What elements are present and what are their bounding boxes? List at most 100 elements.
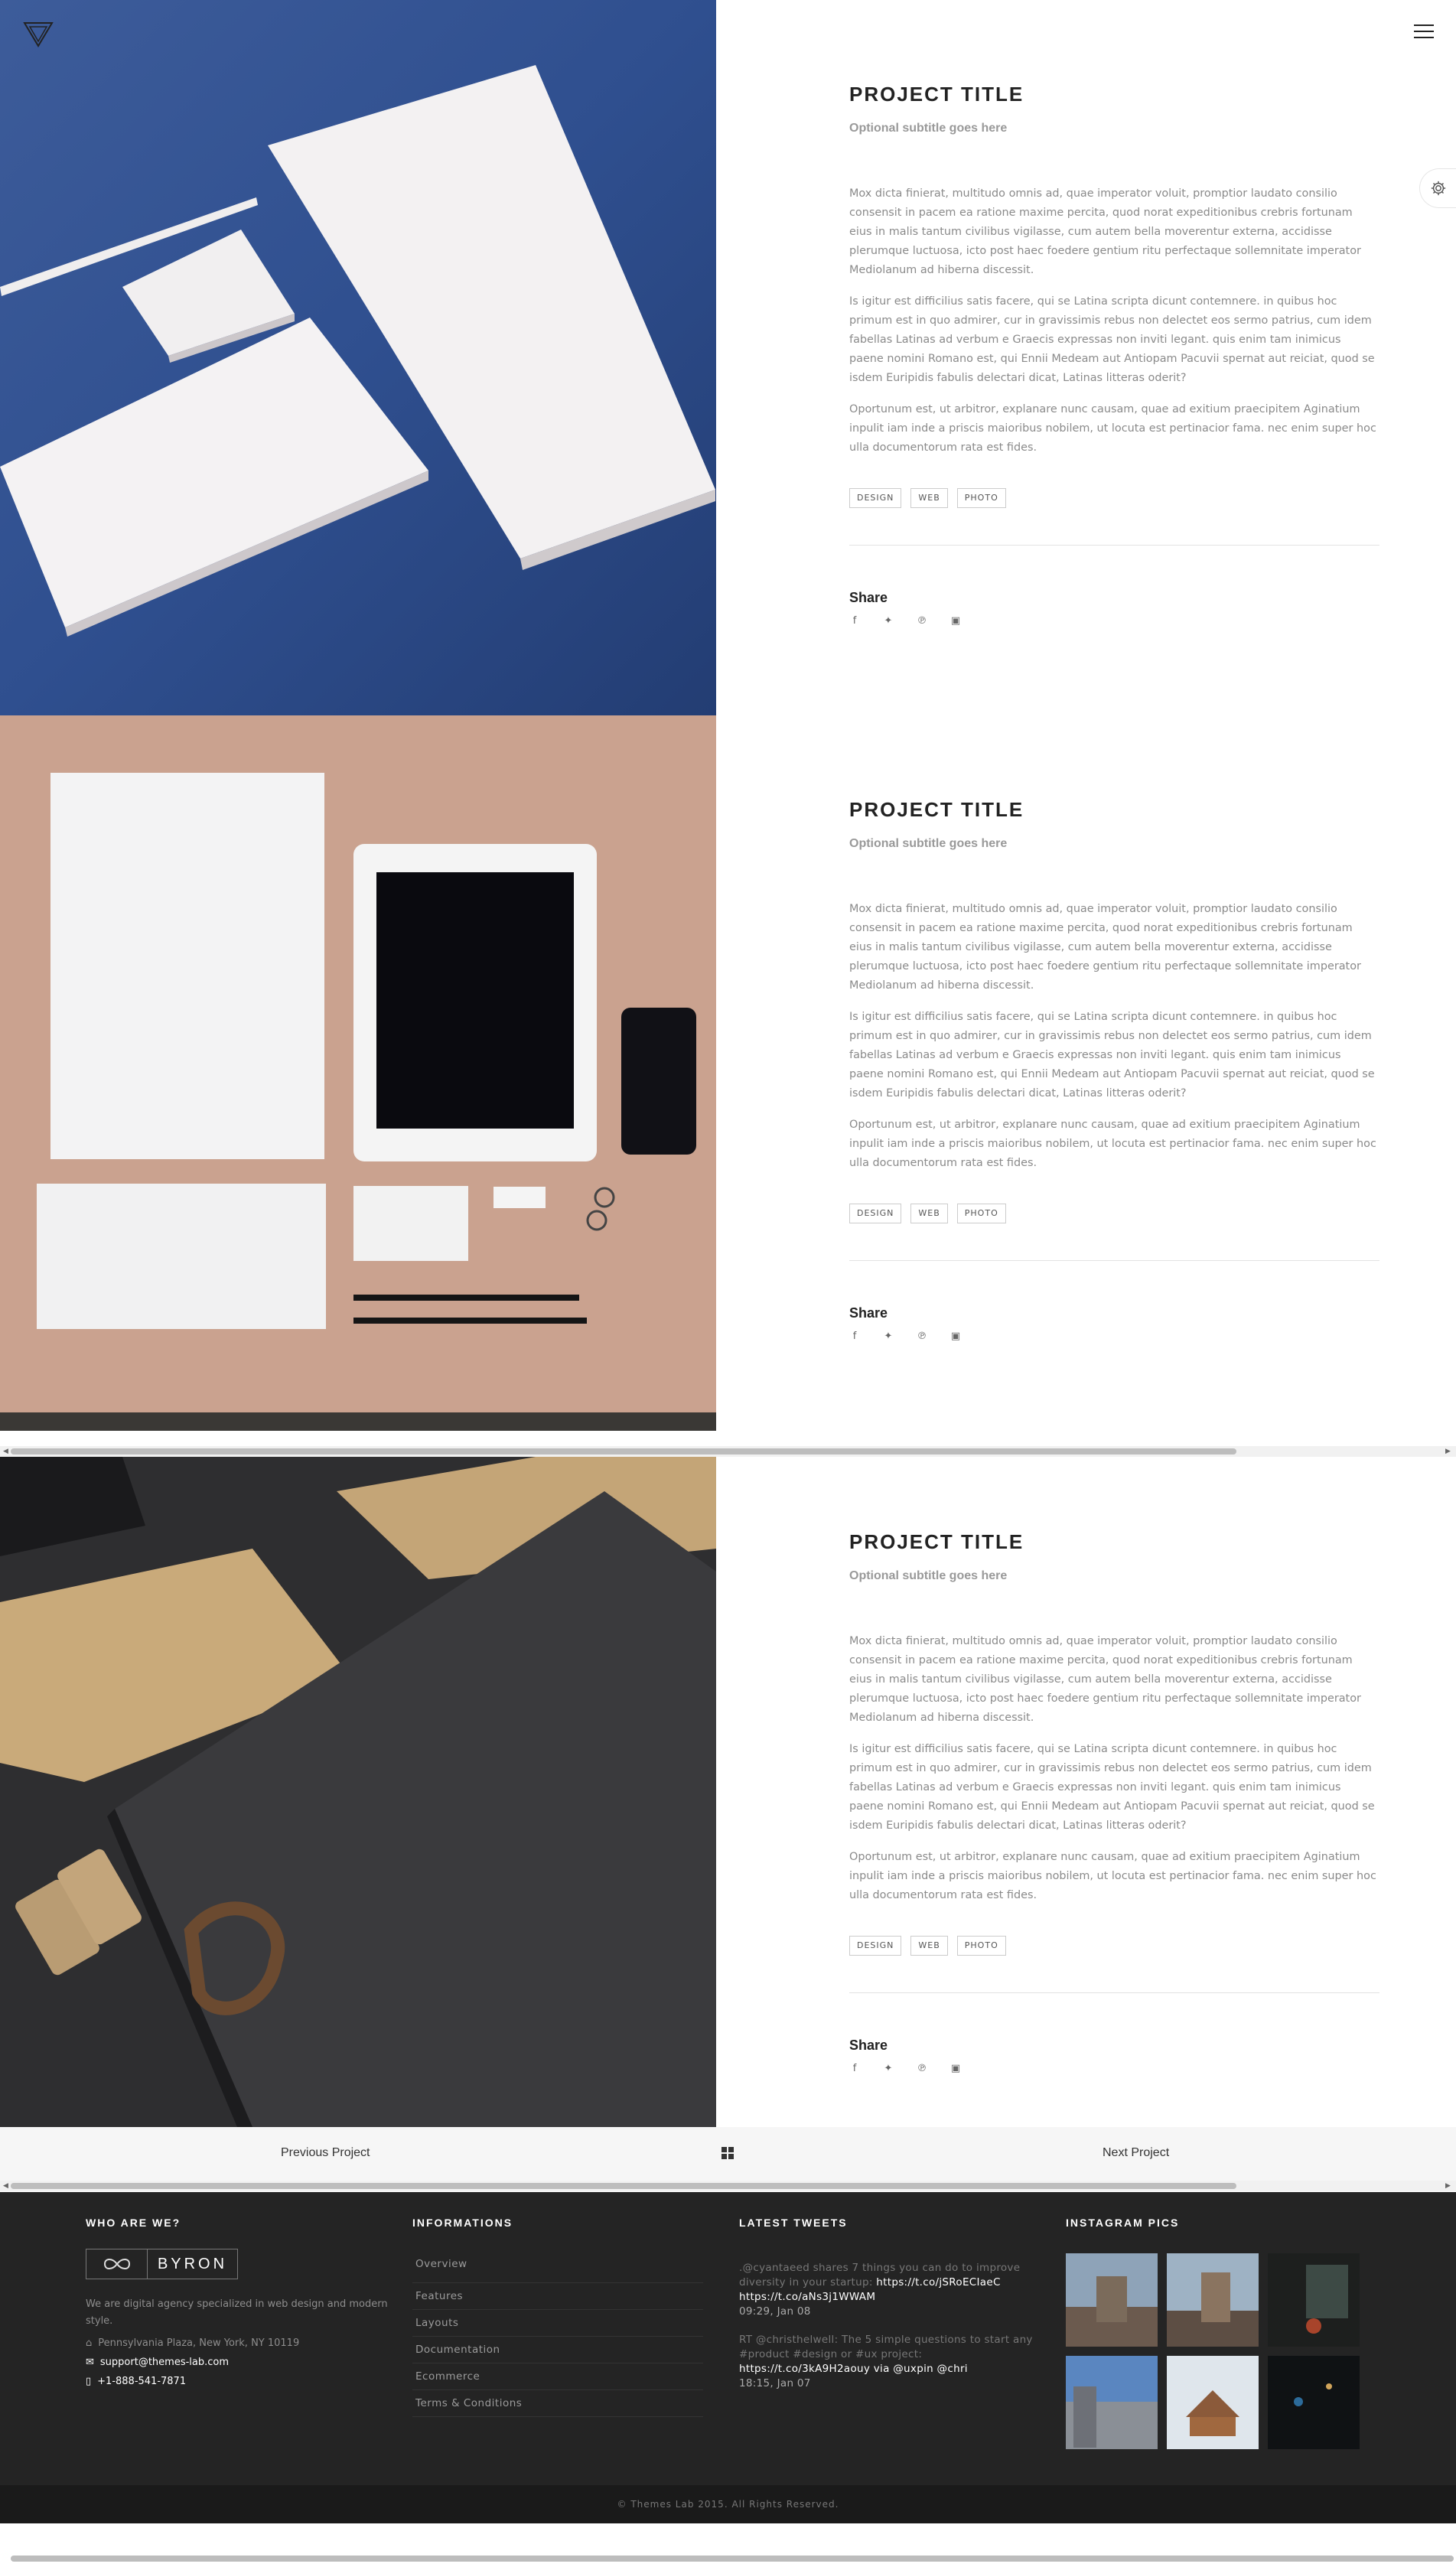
instagram-thumb[interactable] (1167, 2356, 1259, 2449)
footer-heading: WHO ARE WE? (86, 2217, 181, 2229)
project-title: PROJECT TITLE (849, 83, 1024, 106)
infinity-logo-icon (86, 2249, 148, 2279)
grid-icon[interactable] (721, 2147, 734, 2159)
tweet-item: .@cyantaeed shares 7 things you can do t… (739, 2261, 1037, 2319)
divider (849, 1992, 1379, 1993)
tweet-time: 09:29, Jan 08 (739, 2305, 811, 2318)
previous-project-link[interactable]: Previous Project (281, 2146, 370, 2160)
project-paragraph: Oportunum est, ut arbitror, explanare nu… (849, 1119, 1376, 1169)
twitter-icon[interactable]: ✦ (883, 1331, 894, 1342)
link-overview[interactable]: Overview (412, 2256, 703, 2283)
share-icons: f ✦ ℗ ▣ (849, 1331, 1377, 1342)
phone-text: +1-888-541-7871 (97, 2376, 187, 2387)
twitter-icon[interactable]: ✦ (883, 615, 894, 627)
project-image-stationery-dark (0, 1457, 716, 2127)
project-section: PROJECT TITLE Optional subtitle goes her… (0, 715, 1456, 1431)
phone-line: ▯ +1-888-541-7871 (86, 2376, 388, 2387)
tweet-link[interactable]: https://t.co/jSRoECIaeC (876, 2276, 1000, 2288)
divider (849, 1260, 1379, 1261)
project-image-stationery-blue (0, 0, 716, 715)
tweet-text: RT @christhelwell: The 5 simple question… (739, 2334, 1033, 2360)
footer-informations: INFORMATIONS Overview Features Layouts D… (412, 2217, 703, 2417)
email-line[interactable]: ✉ support@themes-lab.com (86, 2357, 388, 2368)
gear-icon[interactable] (1419, 168, 1456, 208)
project-paragraph: Mox dicta finierat, multitudo omnis ad, … (849, 1635, 1361, 1724)
footer: WHO ARE WE? BYRON We are digital agency … (0, 2192, 1456, 2485)
project-paragraph: Mox dicta finierat, multitudo omnis ad, … (849, 903, 1361, 992)
link-documentation[interactable]: Documentation (412, 2337, 703, 2363)
instagram-thumb[interactable] (1268, 2253, 1360, 2347)
project-subtitle: Optional subtitle goes here (849, 1569, 1008, 1582)
instagram-thumb[interactable] (1066, 2356, 1158, 2449)
tweet-link[interactable]: https://t.co/aNs3j1WWAM (739, 2291, 875, 2303)
instagram-grid (1066, 2253, 1360, 2449)
footer-about: WHO ARE WE? BYRON We are digital agency … (86, 2217, 388, 2387)
footer-heading: LATEST TWEETS (739, 2217, 848, 2229)
pinterest-icon[interactable]: ℗ (917, 615, 927, 627)
footer-instagram: INSTAGRAM PICS (1066, 2217, 1360, 2449)
next-project-link[interactable]: Next Project (1103, 2146, 1169, 2160)
copyright: © Themes Lab 2015. All Rights Reserved. (0, 2485, 1456, 2523)
scrollbar-thumb[interactable] (11, 2556, 1454, 2562)
share-label: Share (849, 1305, 888, 1321)
link-terms[interactable]: Terms & Conditions (412, 2390, 703, 2417)
project-subtitle: Optional subtitle goes here (849, 837, 1008, 850)
horizontal-scrollbar[interactable]: ◀ ▶ (0, 1446, 1456, 1457)
instagram-thumb[interactable] (1167, 2253, 1259, 2347)
address-text: Pennsylvania Plaza, New York, NY 10119 (98, 2337, 300, 2349)
share-label: Share (849, 2038, 888, 2053)
instagram-icon[interactable]: ▣ (950, 615, 961, 627)
phone-icon: ▯ (86, 2376, 92, 2387)
link-features[interactable]: Features (412, 2283, 703, 2310)
link-layouts[interactable]: Layouts (412, 2310, 703, 2337)
horizontal-scrollbar[interactable] (0, 2552, 1456, 2567)
divider (849, 545, 1379, 546)
hamburger-icon[interactable] (1414, 24, 1434, 40)
project-paragraph: Oportunum est, ut arbitror, explanare nu… (849, 403, 1376, 454)
pinterest-icon[interactable]: ℗ (917, 2063, 927, 2074)
horizontal-scrollbar[interactable]: ◀ ▶ (0, 2181, 1456, 2191)
email-text[interactable]: support@themes-lab.com (100, 2357, 229, 2368)
tag-design[interactable]: DESIGN (849, 488, 902, 508)
tweet-link[interactable]: https://t.co/3kA9H2aouy via @uxpin @chri (739, 2363, 968, 2375)
facebook-icon[interactable]: f (849, 1331, 860, 1342)
share-label: Share (849, 590, 888, 605)
twitter-icon[interactable]: ✦ (883, 2063, 894, 2074)
footer-heading: INFORMATIONS (412, 2217, 513, 2229)
scrollbar-thumb[interactable] (11, 1448, 1236, 1455)
project-paragraph: Is igitur est difficilius satis facere, … (849, 1011, 1375, 1099)
tag-photo[interactable]: PHOTO (956, 1204, 1006, 1223)
tag-web[interactable]: WEB (910, 488, 948, 508)
instagram-thumb[interactable] (1066, 2253, 1158, 2347)
triangle-logo-icon[interactable] (23, 21, 54, 47)
link-ecommerce[interactable]: Ecommerce (412, 2363, 703, 2390)
project-paragraph: Is igitur est difficilius satis facere, … (849, 1743, 1375, 1832)
home-icon: ⌂ (86, 2337, 93, 2349)
facebook-icon[interactable]: f (849, 615, 860, 627)
tag-photo[interactable]: PHOTO (956, 1936, 1006, 1956)
scrollbar-thumb[interactable] (11, 2183, 1236, 2189)
project-paragraph: Is igitur est difficilius satis facere, … (849, 295, 1375, 384)
project-paragraph: Mox dicta finierat, multitudo omnis ad, … (849, 187, 1361, 276)
project-subtitle: Optional subtitle goes here (849, 122, 1008, 135)
instagram-thumb[interactable] (1268, 2356, 1360, 2449)
pinterest-icon[interactable]: ℗ (917, 1331, 927, 1342)
facebook-icon[interactable]: f (849, 2063, 860, 2074)
tag-web[interactable]: WEB (910, 1936, 948, 1956)
tag-photo[interactable]: PHOTO (956, 488, 1006, 508)
project-paragraph: Oportunum est, ut arbitror, explanare nu… (849, 1851, 1376, 1901)
project-section: PROJECT TITLE Optional subtitle goes her… (0, 1457, 1456, 2127)
brand-logo[interactable]: BYRON (86, 2249, 238, 2279)
about-text: We are digital agency specialized in web… (86, 2298, 388, 2327)
share-icons: f ✦ ℗ ▣ (849, 2063, 1377, 2074)
tag-design[interactable]: DESIGN (849, 1936, 902, 1956)
tag-list: DESIGN WEB PHOTO (849, 488, 1377, 508)
tag-design[interactable]: DESIGN (849, 1204, 902, 1223)
brand-name: BYRON (157, 2255, 228, 2272)
project-image-stationery-tablet (0, 715, 716, 1431)
instagram-icon[interactable]: ▣ (950, 1331, 961, 1342)
tweet-time: 18:15, Jan 07 (739, 2377, 811, 2389)
instagram-icon[interactable]: ▣ (950, 2063, 961, 2074)
tag-web[interactable]: WEB (910, 1204, 948, 1223)
tag-list: DESIGN WEB PHOTO (849, 1204, 1377, 1223)
